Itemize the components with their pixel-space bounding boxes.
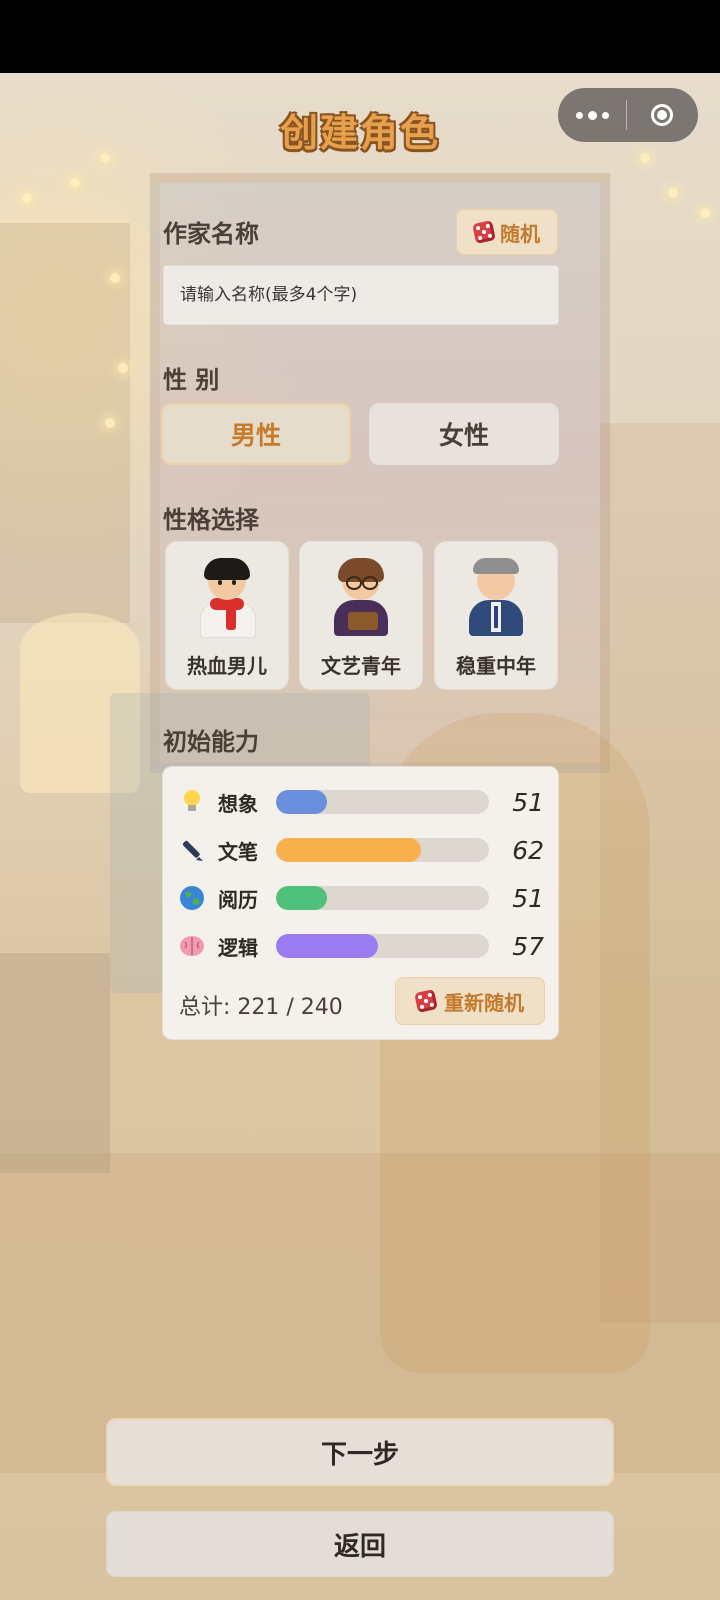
personality-label: 性格选择: [163, 506, 259, 534]
stat-bar-track: [276, 886, 489, 910]
stat-row-writing: 文笔 62: [163, 830, 560, 870]
persona-card-artsy[interactable]: 文艺青年: [299, 541, 423, 690]
random-name-button[interactable]: 随机: [456, 209, 558, 255]
artsy-youth-avatar-icon: [330, 558, 392, 636]
stat-row-experience: 阅历 51: [163, 878, 560, 918]
stat-row-imagination: 想象 51: [163, 782, 560, 822]
lightbulb-icon: [179, 789, 205, 815]
stat-value: 51: [512, 883, 544, 913]
random-name-label: 随机: [500, 221, 540, 246]
stat-value: 57: [512, 931, 544, 961]
stat-bar-fill: [276, 934, 379, 958]
writer-name-input[interactable]: [163, 265, 559, 325]
persona-label: 文艺青年: [321, 654, 401, 678]
gender-male-button[interactable]: 男性: [161, 403, 351, 465]
stat-bar-track: [276, 790, 489, 814]
background-books: [0, 953, 110, 1173]
writer-name-label: 作家名称: [163, 220, 259, 248]
stat-name: 逻辑: [218, 935, 258, 960]
stat-name: 文笔: [218, 839, 258, 864]
stat-row-logic: 逻辑 57: [163, 926, 560, 966]
stat-name: 想象: [218, 791, 258, 816]
stat-value: 51: [512, 787, 544, 817]
dice-icon: [414, 989, 438, 1013]
stat-bar-track: [276, 934, 489, 958]
steady-middle-aged-avatar-icon: [465, 558, 527, 636]
stat-bar-fill: [276, 886, 328, 910]
dice-icon: [472, 220, 496, 244]
stat-value: 62: [512, 835, 544, 865]
stat-name: 阅历: [218, 887, 258, 912]
persona-card-hot-blooded[interactable]: 热血男儿: [165, 541, 289, 690]
next-step-button[interactable]: 下一步: [106, 1418, 614, 1486]
brain-icon: [179, 933, 205, 959]
gender-label: 性 别: [163, 366, 220, 394]
stat-bar-fill: [276, 790, 328, 814]
persona-label: 热血男儿: [187, 654, 267, 678]
hot-blooded-boy-avatar-icon: [196, 558, 258, 638]
stat-bar-fill: [276, 838, 421, 862]
stat-bar-track: [276, 838, 489, 862]
total-points: 总计: 221 / 240: [179, 995, 343, 1020]
gender-female-button[interactable]: 女性: [369, 403, 559, 465]
ability-card: 想象 51 文笔 62 阅历 51 逻辑 57 总计: 221 / 240 重新…: [162, 766, 559, 1040]
persona-label: 稳重中年: [456, 654, 536, 678]
persona-card-steady[interactable]: 稳重中年: [434, 541, 558, 690]
reroll-button[interactable]: 重新随机: [395, 977, 545, 1025]
back-button[interactable]: 返回: [106, 1511, 614, 1577]
status-bar: [0, 0, 720, 73]
initial-ability-label: 初始能力: [163, 728, 259, 756]
pen-icon: [179, 837, 205, 863]
reroll-label: 重新随机: [444, 990, 524, 1015]
globe-icon: [179, 885, 205, 911]
page-title: 创建角色: [279, 111, 440, 155]
